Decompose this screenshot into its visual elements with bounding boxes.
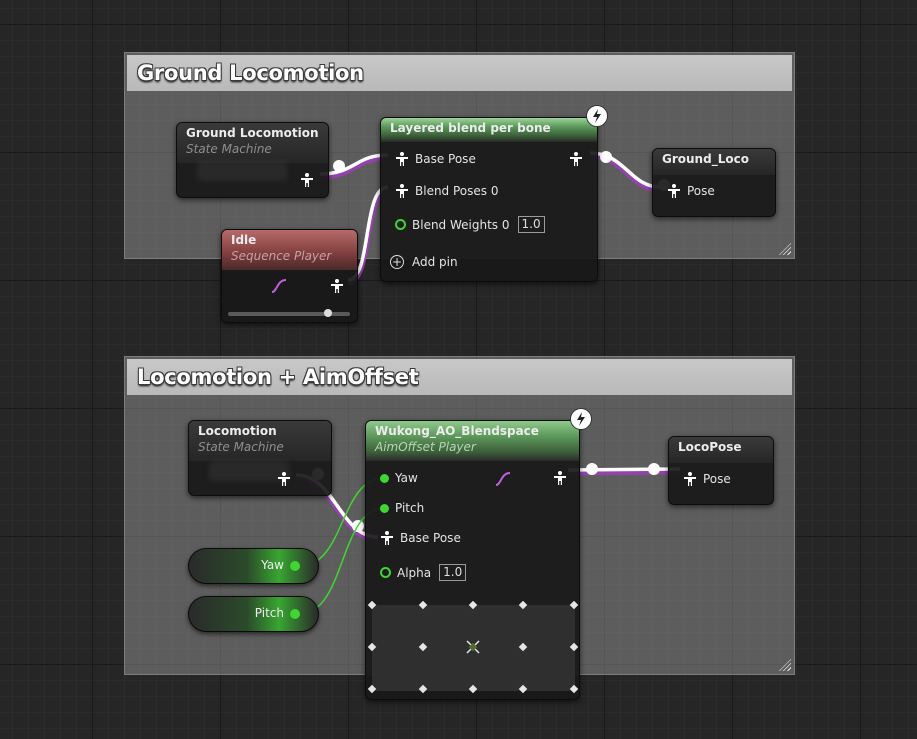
float-pin-icon[interactable] [290,609,300,619]
pin-label: Base Pose [400,531,461,545]
pin-label: Yaw [395,471,418,485]
float-pin-icon[interactable] [395,219,406,230]
layered-blend-per-bone-node[interactable]: Layered blend per bone Base Pose Blend P… [380,117,598,282]
pin-label: Alpha [397,565,432,580]
alpha-pin[interactable]: Alpha 1.0 [380,564,467,581]
pose-person-icon[interactable] [683,472,697,486]
pose-person-icon[interactable] [300,173,314,187]
pose-person-icon[interactable] [277,472,291,486]
lightning-icon [570,408,592,430]
node-title: LocoPose [678,440,742,454]
blendspace-grid-preview[interactable] [366,601,580,700]
pose-input-pin[interactable]: Pose [667,184,715,198]
pose-person-icon[interactable] [380,531,394,545]
reroute-knot[interactable] [333,160,345,172]
locopose-result-node[interactable]: LocoPose Pose [668,436,774,505]
idle-sequence-player-node[interactable]: Idle Sequence Player [221,229,358,323]
add-pin-icon: + [390,255,404,269]
slider-handle[interactable] [324,309,332,317]
node-title: Locomotion [198,424,277,438]
alpha-value[interactable]: 1.0 [439,564,467,581]
variable-label: Yaw [261,558,284,572]
node-title: Wukong_AO_Blendspace [375,424,539,438]
pose-person-icon[interactable] [553,471,567,485]
pitch-variable-node[interactable]: Pitch [188,596,319,632]
float-pin-icon[interactable] [380,567,391,578]
blend-weights-pin[interactable]: Blend Weights 0 1.0 [395,216,545,233]
sequence-curve-icon [271,279,287,293]
ground-loco-result-node[interactable]: Ground_Loco Pose [652,148,776,217]
node-subtitle: AimOffset Player [375,440,476,454]
locomotion-state-machine-node[interactable]: Locomotion State Machine [188,420,332,496]
pose-person-icon[interactable] [667,184,681,198]
aimoffset-player-node[interactable]: Wukong_AO_Blendspace AimOffset Player Ya… [365,420,580,700]
add-pin-label: Add pin [412,255,458,269]
lightning-icon [586,105,608,127]
add-pin-button[interactable]: + Add pin [390,255,458,269]
yaw-pin[interactable]: Yaw [380,471,418,485]
pin-label: Blend Poses 0 [415,184,499,198]
base-pose-pin[interactable]: Base Pose [380,531,461,545]
node-title: Ground_Loco [662,152,749,166]
node-subtitle: Sequence Player [231,249,332,263]
node-title: Idle [231,233,257,247]
yaw-variable-node[interactable]: Yaw [188,548,319,584]
reroute-knot[interactable] [600,151,612,163]
node-subtitle: State Machine [186,142,272,156]
pitch-pin[interactable]: Pitch [380,501,424,515]
float-pin-icon[interactable] [290,561,300,571]
float-pin-icon[interactable] [380,503,389,513]
pose-input-pin[interactable]: Pose [683,472,731,486]
pose-person-icon[interactable] [395,184,409,198]
pose-person-icon[interactable] [395,152,409,166]
sequence-curve-icon [495,472,511,486]
pin-label: Blend Weights 0 [412,217,510,232]
pin-label: Pose [687,184,715,198]
node-title: Ground Locomotion [186,126,319,140]
node-title: Layered blend per bone [390,121,551,135]
pose-person-icon[interactable] [330,279,344,293]
pin-label: Pose [703,472,731,486]
blurred-preview [197,161,287,181]
base-pose-pin[interactable]: Base Pose [395,152,476,166]
float-pin-icon[interactable] [380,473,389,483]
pin-label: Base Pose [415,152,476,166]
blend-weights-value[interactable]: 1.0 [517,216,545,233]
pin-label: Pitch [395,501,425,515]
node-subtitle: State Machine [198,440,284,454]
reroute-knot[interactable] [648,463,660,475]
reroute-knot[interactable] [586,463,598,475]
variable-label: Pitch [254,606,284,620]
blend-poses-pin[interactable]: Blend Poses 0 [395,184,498,198]
ground-locomotion-state-machine-node[interactable]: Ground Locomotion State Machine [176,122,329,198]
pose-person-icon[interactable] [569,152,583,166]
